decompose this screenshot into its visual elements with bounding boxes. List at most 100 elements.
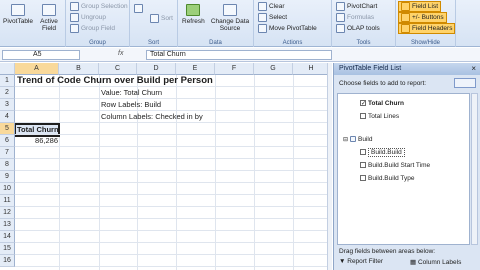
row-header[interactable]: 8: [0, 159, 15, 171]
clear-button[interactable]: Clear: [258, 2, 285, 11]
gridline: [15, 182, 330, 183]
field-total-lines[interactable]: Total Lines: [360, 111, 399, 121]
checkbox-build-build[interactable]: [360, 149, 366, 155]
column-header-h[interactable]: H: [293, 63, 330, 75]
drag-fields-label: Drag fields between areas below:: [339, 248, 436, 255]
row-header[interactable]: 12: [0, 207, 15, 219]
field-build-build[interactable]: Build.Build: [360, 147, 405, 157]
field-build-type[interactable]: Build.Build Type: [360, 173, 415, 183]
group-selection-icon: [70, 2, 79, 11]
field-build-start-time[interactable]: Build.Build Start Time: [360, 160, 430, 170]
row-header[interactable]: 7: [0, 147, 15, 159]
column-header-d[interactable]: D: [137, 63, 176, 75]
worksheet[interactable]: A B C D E F G H Trend of Code Churn over…: [0, 63, 330, 270]
select-button[interactable]: Select: [258, 13, 287, 22]
name-box[interactable]: A5: [2, 50, 80, 60]
gridline: [15, 146, 330, 147]
move-pivottable-button[interactable]: Move PivotTable: [258, 24, 317, 33]
row-header[interactable]: 10: [0, 183, 15, 195]
checkbox-build-type[interactable]: [360, 175, 366, 181]
pivottable-button[interactable]: PivotTable: [3, 4, 33, 25]
olap-tools-button[interactable]: OLAP tools: [336, 24, 380, 33]
vertical-scrollbar[interactable]: [327, 63, 332, 270]
checkbox-total-lines[interactable]: [360, 113, 366, 119]
filter-icon: ▼: [339, 258, 346, 265]
sort-button[interactable]: Sort: [150, 14, 173, 23]
sort-group: Sort Sort: [130, 0, 178, 47]
field-headers-icon: [401, 24, 410, 33]
row-header[interactable]: 4: [0, 111, 15, 123]
row-header[interactable]: 5: [0, 123, 15, 135]
column-header-b[interactable]: B: [59, 63, 99, 75]
report-filter-label: ▼ Report Filter: [339, 258, 384, 265]
row-header[interactable]: 16: [0, 255, 15, 267]
field-list-button[interactable]: Field List: [398, 1, 442, 12]
field-list-icon: [401, 2, 410, 11]
data-group-label: Data: [209, 40, 222, 46]
column-header-e[interactable]: E: [176, 63, 215, 75]
select-all-corner[interactable]: [0, 63, 15, 75]
formula-bar: A5 fx Total Churn: [0, 48, 480, 62]
layout-options-button[interactable]: [454, 78, 476, 88]
gridline: [15, 134, 330, 135]
active-field-button[interactable]: Active Field: [37, 4, 61, 32]
row-header[interactable]: 9: [0, 171, 15, 183]
refresh-button[interactable]: Refresh: [182, 4, 205, 25]
change-data-source-icon: [223, 4, 237, 16]
move-pivottable-icon: [258, 24, 267, 33]
sort-group-label: Sort: [147, 40, 159, 46]
gridline: [99, 75, 100, 270]
fx-icon[interactable]: fx: [118, 50, 123, 57]
tools-group-label: Tools: [356, 40, 371, 46]
buttons-toggle[interactable]: +/- Buttons: [398, 12, 447, 23]
sort-az-button[interactable]: [134, 4, 143, 13]
field-headers-button[interactable]: Field Headers: [398, 23, 456, 34]
gridline: [15, 158, 330, 159]
row-header[interactable]: 13: [0, 219, 15, 231]
pane-title: PivotTable Field List: [334, 63, 480, 75]
buttons-icon: [401, 13, 410, 22]
row-header[interactable]: 3: [0, 99, 15, 111]
row-header[interactable]: 14: [0, 231, 15, 243]
checkbox-total-churn[interactable]: [360, 100, 366, 106]
group-selection-button[interactable]: Group Selection: [70, 2, 128, 11]
actions-group-label: Actions: [282, 40, 303, 46]
checkbox-build-start-time[interactable]: [360, 162, 366, 168]
field-list-box: Total Churn Total Lines ⊟ Build Build.Bu…: [337, 93, 470, 245]
gridline: [15, 110, 330, 111]
column-header-c[interactable]: C: [99, 63, 137, 75]
field-list-scrollbar[interactable]: [471, 93, 478, 245]
column-header-a[interactable]: A: [15, 63, 59, 75]
olap-tools-icon: [336, 24, 345, 33]
row-header[interactable]: 11: [0, 195, 15, 207]
row-header[interactable]: 1: [0, 75, 15, 87]
pivottable-field-list-pane: PivotTable Field List × Choose fields to…: [333, 63, 480, 270]
ungroup-icon: [70, 13, 79, 22]
formula-input[interactable]: Total Churn: [146, 50, 332, 60]
pivotchart-button[interactable]: PivotChart: [336, 2, 377, 11]
group-field-button[interactable]: Group Field: [70, 24, 115, 33]
data-group: Refresh Change Data Source Data: [178, 0, 254, 47]
pivotchart-icon: [336, 2, 345, 11]
close-icon[interactable]: ×: [471, 63, 476, 75]
column-header-g[interactable]: G: [254, 63, 293, 75]
group-group-label: Group: [89, 40, 106, 46]
row-header[interactable]: 15: [0, 243, 15, 255]
refresh-icon: [186, 4, 201, 16]
gridline: [15, 98, 330, 99]
gridline: [15, 230, 330, 231]
field-group-build[interactable]: ⊟ Build: [343, 134, 373, 144]
row-header[interactable]: 6: [0, 135, 15, 147]
gridline: [215, 75, 216, 270]
change-data-source-button[interactable]: Change Data Source: [210, 4, 250, 32]
tools-group: PivotChart Formulas OLAP tools Tools: [332, 0, 396, 47]
formulas-button[interactable]: Formulas: [336, 13, 374, 22]
gridline: [15, 218, 330, 219]
collapse-icon[interactable]: ⊟: [343, 136, 348, 143]
column-header-f[interactable]: F: [215, 63, 254, 75]
gridline: [15, 194, 330, 195]
active-field-icon: [42, 4, 56, 16]
row-header[interactable]: 2: [0, 87, 15, 99]
ungroup-button[interactable]: Ungroup: [70, 13, 106, 22]
field-total-churn[interactable]: Total Churn: [360, 98, 404, 108]
